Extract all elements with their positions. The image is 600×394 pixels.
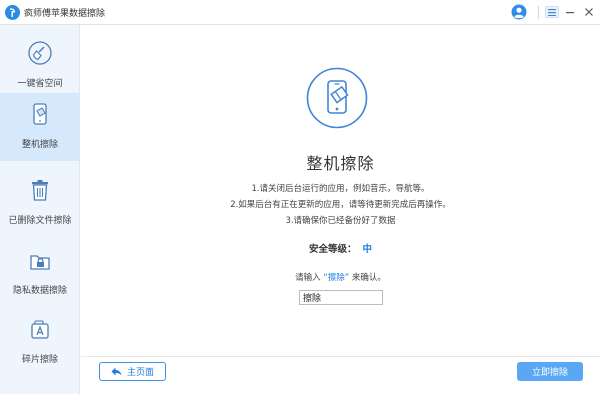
sidebar-item-fragment-erase[interactable]: 碎片擦除 (0, 308, 80, 376)
sidebar-item-label: 碎片擦除 (21, 355, 58, 365)
security-level-label: 安全等级： (308, 244, 357, 255)
sidebar-item-label: 已删除文件擦除 (8, 216, 72, 226)
broom-icon (28, 41, 52, 65)
app-title: 疯师傅苹果数据擦除 (24, 9, 106, 19)
main-panel: 整机擦除 1.请关闭后台运行的应用，例如音乐，导航等。 2.如果后台有正在更新的… (81, 25, 600, 394)
sidebar-item-label: 隐私数据擦除 (12, 286, 67, 296)
page-title: 整机擦除 (306, 154, 375, 173)
confirm-keyword: “擦除” (323, 273, 350, 283)
sidebar-item-privacy-erase[interactable]: 隐私数据擦除 (0, 239, 80, 307)
phone-erase-icon (33, 103, 47, 125)
app-logo-icon (5, 5, 20, 20)
lock-folder-icon (30, 255, 50, 270)
menu-button[interactable] (543, 2, 561, 22)
trash-icon (32, 180, 48, 201)
security-level-value[interactable]: 中 (363, 244, 373, 255)
sidebar-item-label: 一键省空间 (17, 79, 63, 89)
minimize-icon (566, 12, 574, 14)
instruction-line: 3.请确保你已经备份好了数据 (285, 216, 396, 226)
app-fragment-icon (31, 320, 49, 339)
title-bar-divider (538, 6, 539, 19)
confirm-prompt-suffix: 来确认。 (351, 273, 386, 283)
minimize-button[interactable] (561, 2, 579, 22)
phone-eraser-icon (306, 67, 368, 129)
user-avatar-icon[interactable] (511, 4, 527, 20)
erase-now-button[interactable]: 立即擦除 (517, 362, 583, 381)
home-button-label: 主页面 (126, 368, 154, 378)
instruction-line: 2.如果后台有正在更新的应用，请等待更新完成后再操作。 (230, 200, 451, 210)
close-button[interactable] (580, 2, 598, 22)
home-button[interactable]: 主页面 (99, 362, 166, 381)
erase-now-button-label: 立即擦除 (531, 368, 568, 378)
footer-divider (81, 356, 600, 357)
sidebar-item-label: 整机擦除 (21, 140, 58, 150)
sidebar-item-save-space[interactable]: 一键省空间 (0, 32, 80, 100)
close-icon (585, 8, 593, 16)
back-arrow-icon (111, 367, 122, 376)
title-bar: 疯师傅苹果数据擦除 (0, 0, 600, 25)
instruction-line: 1.请关闭后台运行的应用，例如音乐，导航等。 (251, 184, 430, 194)
sidebar-item-deleted-files-erase[interactable]: 已删除文件擦除 (0, 169, 80, 237)
sidebar-item-device-erase[interactable]: 整机擦除 (0, 93, 80, 161)
confirm-prompt-prefix: 请输入 (295, 273, 321, 283)
hamburger-menu-icon (545, 6, 559, 18)
confirm-prompt: 请输入 “擦除” 来确认。 (81, 271, 600, 283)
confirm-input[interactable] (299, 290, 383, 305)
sidebar: 一键省空间 整机擦除 已删除文件擦除 隐私数据擦除 碎片擦除 (0, 25, 80, 394)
security-level-row: 安全等级： 中 (81, 241, 600, 255)
